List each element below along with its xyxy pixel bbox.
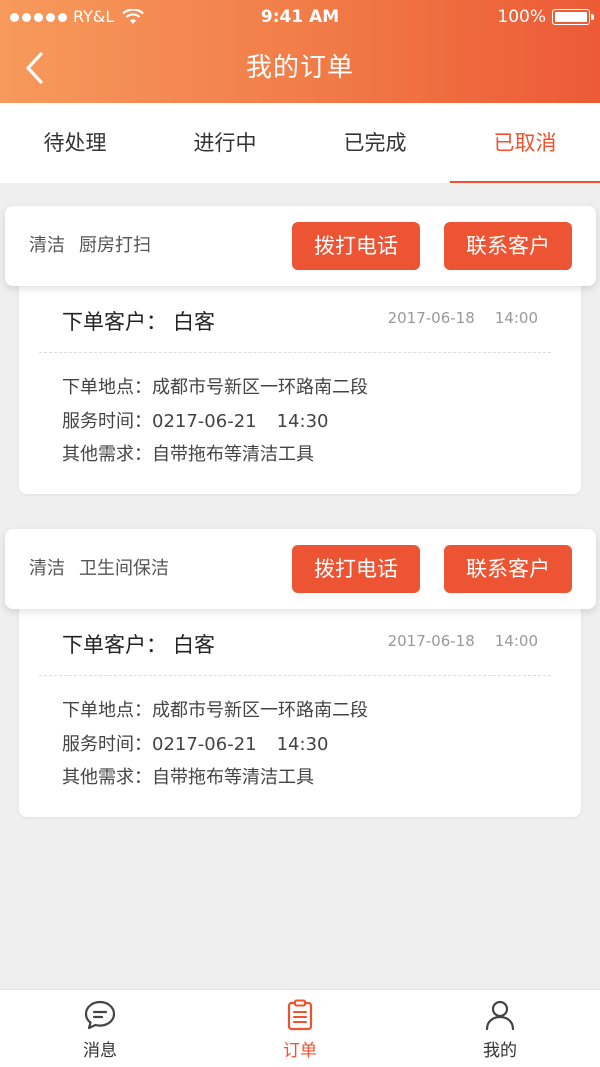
divider [39, 675, 551, 676]
customer: 下单客户： 白客 [62, 629, 215, 659]
order-datetime: 2017-06-18 14:00 [388, 309, 538, 327]
status-bar: RY&L 9:41 AM 100% [0, 0, 600, 34]
tab-in-progress[interactable]: 进行中 [150, 103, 300, 183]
service-date-value: 0217-06-21 [152, 411, 257, 432]
customer: 下单客户： 白客 [62, 306, 215, 336]
order-status-tabs: 待处理 进行中 已完成 已取消 [0, 103, 600, 183]
nav-bar: 我的订单 [0, 34, 600, 103]
service-type: 清洁 [29, 558, 65, 579]
status-right: 100% [497, 0, 594, 34]
other-needs-line: 其他需求：自带拖布等清洁工具 [62, 763, 314, 789]
order-details: 下单客户： 白客 2017-06-18 14:00 下单地点：成都市号新区一环路南二… [19, 599, 581, 817]
service-info: 清洁 卫生间保洁 [29, 529, 169, 609]
user-icon [485, 1000, 515, 1031]
tab-pending[interactable]: 待处理 [0, 103, 150, 183]
battery-percent: 100% [497, 7, 546, 27]
customer-label: 下单客户： [62, 633, 167, 657]
tab-cancelled[interactable]: 已取消 [450, 103, 600, 183]
bottom-tab-me[interactable]: 我的 [400, 990, 600, 1067]
location-label: 下单地点： [62, 700, 152, 721]
bottom-tab-me-label: 我的 [483, 1041, 517, 1061]
location-label: 下单地点： [62, 377, 152, 398]
call-button[interactable]: 拨打电话 [292, 545, 420, 593]
other-needs-label: 其他需求： [62, 444, 152, 465]
contact-customer-button[interactable]: 联系客户 [444, 222, 572, 270]
service-time-value: 14:30 [276, 411, 329, 432]
other-needs-value: 自带拖布等清洁工具 [152, 444, 314, 465]
service-name: 厨房打扫 [79, 235, 151, 256]
customer-label: 下单客户： [62, 310, 167, 334]
order-header: 清洁 厨房打扫 拨打电话 联系客户 [5, 206, 596, 286]
customer-name: 白客 [173, 633, 215, 657]
order-header: 清洁 卫生间保洁 拨打电话 联系客户 [5, 529, 596, 609]
location-value: 成都市号新区一环路南二段 [152, 700, 368, 721]
service-name: 卫生间保洁 [79, 558, 169, 579]
message-icon [84, 1000, 116, 1030]
other-needs-label: 其他需求： [62, 767, 152, 788]
location-line: 下单地点：成都市号新区一环路南二段 [62, 696, 368, 722]
order-time: 14:00 [494, 309, 538, 327]
order-details: 下单客户： 白客 2017-06-18 14:00 下单地点：成都市号新区一环路南二… [19, 276, 581, 494]
service-time-line: 服务时间：0217-06-21 14:30 [62, 407, 328, 433]
order-datetime: 2017-06-18 14:00 [388, 632, 538, 650]
bottom-tab-orders[interactable]: 订单 [200, 990, 400, 1067]
order-date: 2017-06-18 [387, 632, 475, 650]
tab-completed[interactable]: 已完成 [300, 103, 450, 183]
order-list-icon [287, 999, 313, 1031]
header: RY&L 9:41 AM 100% 我的订单 [0, 0, 600, 103]
bottom-tab-messages[interactable]: 消息 [0, 990, 200, 1067]
contact-customer-button[interactable]: 联系客户 [444, 545, 572, 593]
order-time: 14:00 [494, 632, 538, 650]
service-time-value: 14:30 [276, 734, 329, 755]
service-type: 清洁 [29, 235, 65, 256]
location-line: 下单地点：成都市号新区一环路南二段 [62, 373, 368, 399]
service-time-label: 服务时间： [62, 734, 152, 755]
customer-name: 白客 [173, 310, 215, 334]
service-time-line: 服务时间：0217-06-21 14:30 [62, 730, 328, 756]
other-needs-line: 其他需求：自带拖布等清洁工具 [62, 440, 314, 466]
location-value: 成都市号新区一环路南二段 [152, 377, 368, 398]
call-button[interactable]: 拨打电话 [292, 222, 420, 270]
other-needs-value: 自带拖布等清洁工具 [152, 767, 314, 788]
service-info: 清洁 厨房打扫 [29, 206, 151, 286]
bottom-tab-bar: 消息 订单 我的 [0, 989, 600, 1067]
bottom-tab-orders-label: 订单 [283, 1041, 317, 1061]
page-title: 我的订单 [245, 53, 354, 83]
order-date: 2017-06-18 [387, 309, 475, 327]
divider [39, 352, 551, 353]
bottom-tab-messages-label: 消息 [83, 1041, 117, 1061]
service-time-label: 服务时间： [62, 411, 152, 432]
service-date-value: 0217-06-21 [152, 734, 257, 755]
battery-icon [552, 9, 594, 25]
